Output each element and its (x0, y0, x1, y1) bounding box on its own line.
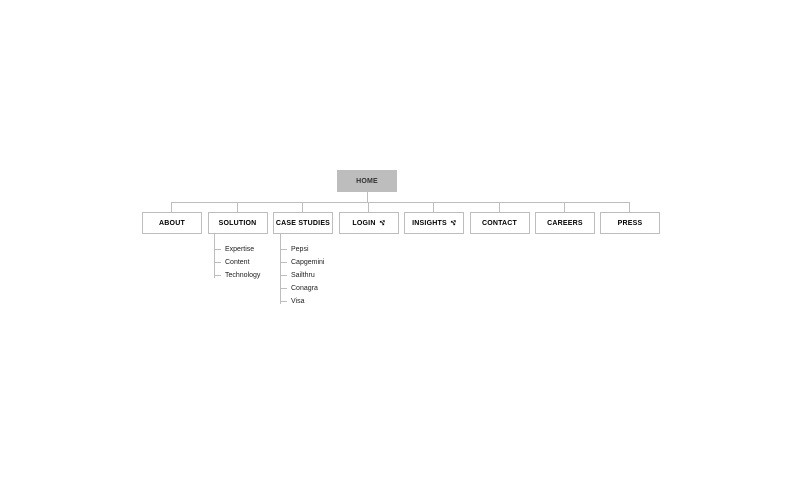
connector (564, 202, 565, 212)
connector (629, 202, 630, 212)
subnode-visa[interactable]: Visa (281, 298, 305, 305)
node-about[interactable]: ABOUT (142, 212, 202, 234)
subnode-sailthru[interactable]: Sailthru (281, 272, 315, 279)
node-case-studies-label: CASE STUDIES (276, 220, 330, 227)
external-link-icon (450, 220, 456, 226)
connector-tick (215, 249, 221, 250)
subnode-label: Capgemini (291, 259, 324, 266)
subnode-label: Technology (225, 272, 260, 279)
subnode-capgemini[interactable]: Capgemini (281, 259, 324, 266)
node-home[interactable]: HOME (337, 170, 397, 192)
subnode-conagra[interactable]: Conagra (281, 285, 318, 292)
node-login-label: LOGIN (352, 220, 375, 227)
connector (171, 202, 172, 212)
subnode-label: Visa (291, 298, 305, 305)
connector (368, 202, 369, 212)
node-careers-label: CAREERS (547, 220, 583, 227)
node-home-label: HOME (356, 178, 378, 185)
connector-tick (281, 275, 287, 276)
connector (302, 202, 303, 212)
node-careers[interactable]: CAREERS (535, 212, 595, 234)
node-press-label: PRESS (618, 220, 643, 227)
connector-tick (281, 301, 287, 302)
connector-tick (281, 262, 287, 263)
sitemap-canvas: HOME ABOUT SOLUTION CASE STUDIES LOGIN I… (0, 0, 800, 500)
subnode-technology[interactable]: Technology (215, 272, 260, 279)
node-contact-label: CONTACT (482, 220, 517, 227)
node-solution[interactable]: SOLUTION (208, 212, 268, 234)
node-press[interactable]: PRESS (600, 212, 660, 234)
node-solution-label: SOLUTION (219, 220, 257, 227)
connector (433, 202, 434, 212)
node-login[interactable]: LOGIN (339, 212, 399, 234)
node-about-label: ABOUT (159, 220, 185, 227)
node-insights[interactable]: INSIGHTS (404, 212, 464, 234)
subnode-pepsi[interactable]: Pepsi (281, 246, 309, 253)
external-link-icon (379, 220, 385, 226)
connector (499, 202, 500, 212)
node-contact[interactable]: CONTACT (470, 212, 530, 234)
node-insights-label: INSIGHTS (412, 220, 447, 227)
subnode-expertise[interactable]: Expertise (215, 246, 254, 253)
connector-tick (215, 275, 221, 276)
connector (237, 202, 238, 212)
connector (171, 202, 630, 203)
subnode-label: Pepsi (291, 246, 309, 253)
subnode-label: Content (225, 259, 250, 266)
connector-tick (281, 288, 287, 289)
connector-tick (281, 249, 287, 250)
subnode-label: Conagra (291, 285, 318, 292)
connector-tick (215, 262, 221, 263)
node-case-studies[interactable]: CASE STUDIES (273, 212, 333, 234)
connector (280, 234, 281, 304)
subnode-content[interactable]: Content (215, 259, 250, 266)
subnode-label: Sailthru (291, 272, 315, 279)
subnode-label: Expertise (225, 246, 254, 253)
connector (367, 192, 368, 202)
